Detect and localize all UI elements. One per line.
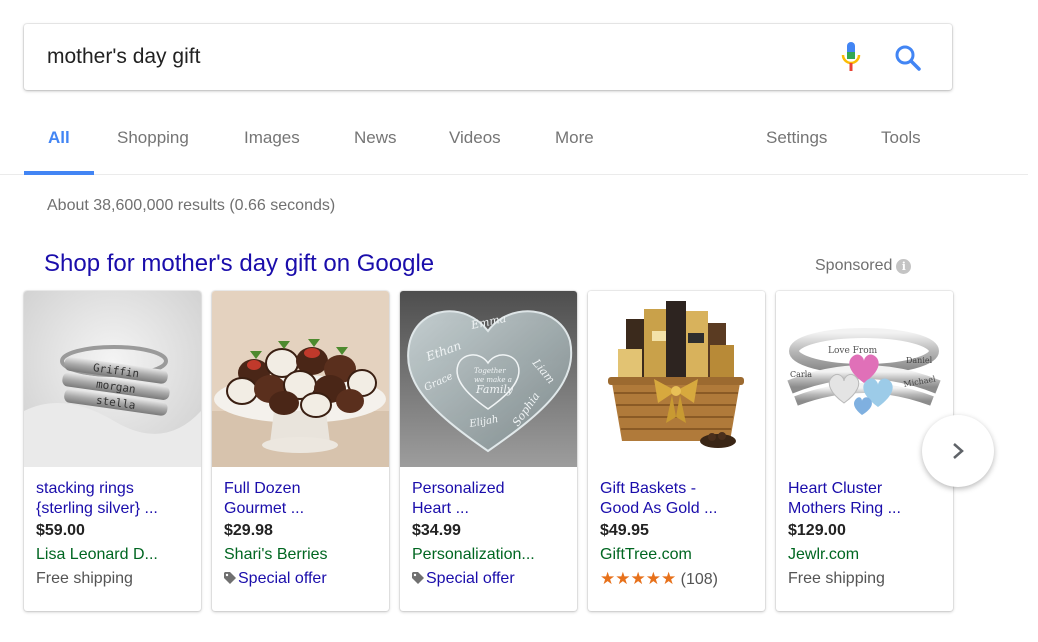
result-stats: About 38,600,000 results (0.66 seconds)	[47, 197, 336, 214]
product-title[interactable]: stacking rings {sterling silver} ...	[36, 479, 196, 519]
tag-icon	[224, 568, 236, 592]
tab-shopping[interactable]: Shopping	[117, 128, 189, 152]
product-merchant: Personalization...	[412, 546, 535, 563]
star-rating-icon: ★★★★★	[600, 569, 677, 588]
product-title[interactable]: Heart Cluster Mothers Ring ...	[788, 479, 948, 519]
product-merchant: Jewlr.com	[788, 546, 860, 563]
product-image-basket	[588, 291, 765, 467]
shopping-title-link[interactable]: Shop for mother's day gift on Google	[44, 250, 434, 278]
special-offer-text: Special offer	[426, 570, 515, 587]
microphone-icon[interactable]	[836, 40, 866, 74]
tag-icon	[412, 568, 424, 592]
product-title[interactable]: Full Dozen Gourmet ...	[224, 479, 384, 519]
product-card-stacking-rings[interactable]: Griffin morgan stella stacking rings {st…	[24, 291, 201, 611]
shipping-note: Free shipping	[788, 570, 885, 587]
ring-engraving-top: Daniel	[906, 356, 933, 365]
info-icon[interactable]: i	[896, 259, 912, 274]
sponsored-label[interactable]: Sponsored i	[815, 257, 912, 275]
magnifier-icon[interactable]	[892, 42, 924, 74]
tab-settings[interactable]: Settings	[766, 128, 827, 152]
rating-count: (108)	[680, 571, 719, 588]
product-price: $129.00	[788, 522, 846, 539]
product-card-berries[interactable]: Full Dozen Gourmet ... $29.98 Shari's Be…	[212, 291, 389, 611]
special-offer-text: Special offer	[238, 570, 327, 587]
search-box[interactable]	[24, 24, 952, 90]
product-card-gift-basket[interactable]: Gift Baskets - Good As Gold ... $49.95 G…	[588, 291, 765, 611]
heart-phrase-3: Family	[475, 383, 514, 396]
tab-news[interactable]: News	[354, 128, 397, 152]
tab-images[interactable]: Images	[244, 128, 300, 152]
product-price: $59.00	[36, 522, 85, 539]
special-offer-link[interactable]: Special offer	[224, 567, 384, 592]
product-image-rings: Griffin morgan stella	[24, 291, 201, 467]
carousel-next-button[interactable]	[922, 415, 994, 487]
shipping-note: Free shipping	[36, 570, 133, 587]
product-title[interactable]: Personalized Heart ...	[412, 479, 572, 519]
product-image-heart: Emma Liam Ethan Grace Elijah Sophia Toge…	[400, 291, 577, 467]
tab-videos[interactable]: Videos	[449, 128, 501, 152]
product-card-personalized-heart[interactable]: Emma Liam Ethan Grace Elijah Sophia Toge…	[400, 291, 577, 611]
tab-tools[interactable]: Tools	[881, 128, 921, 152]
tab-all[interactable]: All	[48, 128, 70, 152]
product-price: $34.99	[412, 522, 461, 539]
heart-phrase-1: Together	[474, 367, 506, 375]
product-image-berries	[212, 291, 389, 467]
search-input[interactable]	[47, 41, 807, 73]
active-tab-indicator	[24, 171, 94, 175]
sponsored-text: Sponsored	[815, 257, 893, 274]
product-merchant: Shari's Berries	[224, 546, 328, 563]
product-price: $49.95	[600, 522, 649, 539]
product-rating: ★★★★★ (108)	[600, 567, 760, 592]
product-title[interactable]: Gift Baskets - Good As Gold ...	[600, 479, 760, 519]
product-merchant: Lisa Leonard D...	[36, 546, 158, 563]
special-offer-link[interactable]: Special offer	[412, 567, 572, 592]
product-merchant: GiftTree.com	[600, 546, 692, 563]
product-price: $29.98	[224, 522, 273, 539]
search-tabs: All Shopping Images News Videos More Set…	[0, 118, 1028, 175]
ring-engraving-left: Carla	[790, 370, 812, 379]
tab-more[interactable]: More	[555, 128, 594, 152]
